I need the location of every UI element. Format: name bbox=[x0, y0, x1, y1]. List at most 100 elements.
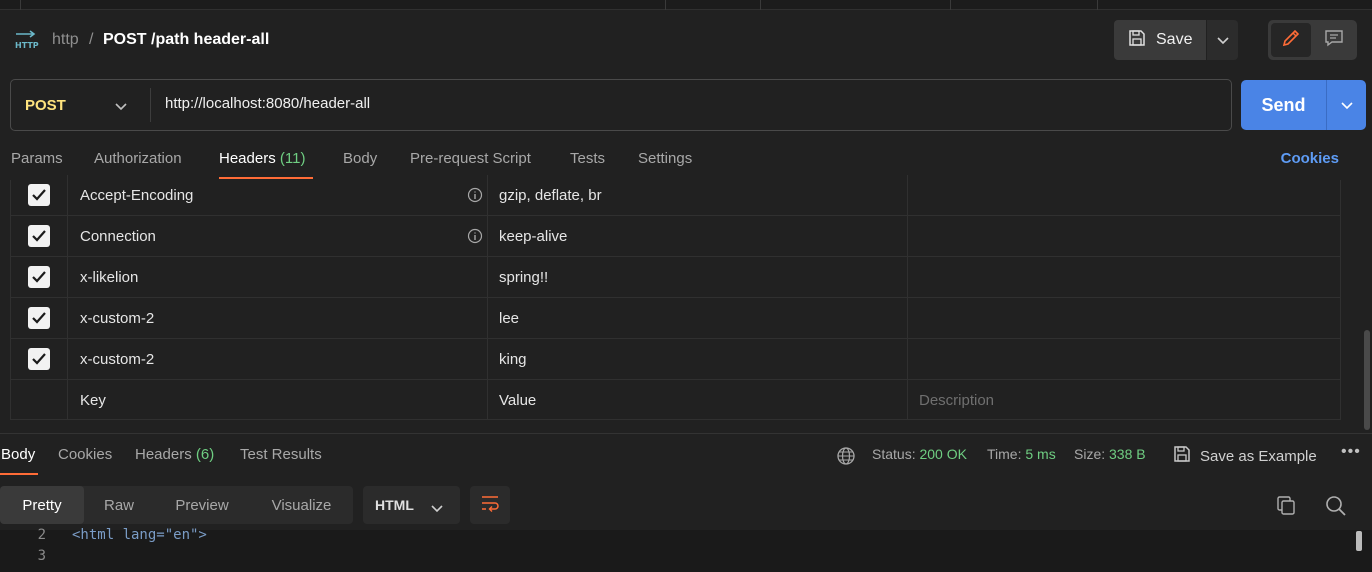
time-readout[interactable]: Time: 5 ms bbox=[987, 446, 1056, 462]
save-options-button[interactable] bbox=[1207, 20, 1238, 60]
header-description[interactable] bbox=[908, 257, 1340, 297]
tab-headers[interactable]: Headers (11) bbox=[219, 150, 305, 167]
header-key[interactable]: Connection bbox=[68, 216, 488, 256]
wrap-lines-button[interactable] bbox=[470, 486, 510, 524]
save-button[interactable]: Save bbox=[1114, 20, 1206, 60]
tab-body[interactable]: Body bbox=[343, 150, 377, 167]
globe-icon[interactable] bbox=[836, 446, 856, 466]
http-icon: HTTP bbox=[14, 29, 40, 51]
response-format-group: Pretty Raw Preview Visualize bbox=[0, 486, 353, 524]
comments-button[interactable] bbox=[1314, 23, 1354, 57]
tab-test-results[interactable]: Test Results bbox=[240, 446, 322, 463]
response-tabs: Body Cookies Headers (6) Test Results bbox=[0, 446, 1372, 476]
table-row-new: Key Value Description bbox=[11, 380, 1340, 421]
info-icon[interactable] bbox=[467, 228, 483, 244]
row-checkbox-cell bbox=[11, 216, 68, 256]
size-label: Size: bbox=[1074, 446, 1106, 462]
save-as-example-button[interactable]: Save as Example bbox=[1173, 445, 1317, 467]
chevron-down-icon bbox=[431, 500, 443, 516]
row-checkbox[interactable] bbox=[28, 184, 50, 206]
size-value: 338 B bbox=[1109, 446, 1146, 462]
row-checkbox[interactable] bbox=[28, 266, 50, 288]
status-value: 200 OK bbox=[919, 446, 967, 462]
edit-mode-button[interactable] bbox=[1271, 23, 1311, 57]
tab-response-headers[interactable]: Headers (6) bbox=[135, 446, 214, 463]
tab-separator bbox=[665, 0, 666, 10]
search-icon[interactable] bbox=[1324, 494, 1348, 518]
header-value[interactable]: keep-alive bbox=[488, 216, 908, 256]
scrollbar[interactable] bbox=[1364, 330, 1370, 430]
pencil-icon bbox=[1281, 28, 1301, 52]
request-name[interactable]: POST /path header-all bbox=[103, 31, 269, 49]
tab-response-headers-label: Headers bbox=[135, 446, 192, 463]
format-visualize[interactable]: Visualize bbox=[250, 486, 353, 524]
tab-response-body[interactable]: Body bbox=[1, 446, 35, 463]
tab-headers-count: (11) bbox=[279, 150, 306, 167]
header-key[interactable]: x-custom-2 bbox=[68, 298, 488, 338]
send-label: Send bbox=[1261, 94, 1306, 115]
save-as-example-label: Save as Example bbox=[1200, 447, 1317, 465]
header-key[interactable]: x-custom-2 bbox=[68, 339, 488, 379]
status-readout[interactable]: Status: 200 OK bbox=[872, 446, 967, 462]
header-key[interactable]: Accept-Encoding bbox=[68, 175, 488, 215]
request-header: HTTP http / POST /path header-all Save bbox=[0, 20, 1372, 60]
header-description[interactable] bbox=[908, 339, 1340, 379]
send-options-button[interactable] bbox=[1327, 80, 1366, 130]
tab-pre-request-script[interactable]: Pre-request Script bbox=[410, 150, 531, 167]
tab-headers-label: Headers bbox=[219, 150, 276, 167]
tab-separator bbox=[1097, 0, 1098, 10]
size-readout[interactable]: Size: 338 B bbox=[1074, 446, 1146, 462]
format-preview[interactable]: Preview bbox=[154, 486, 250, 524]
chevron-down-icon bbox=[115, 98, 127, 115]
checkmark-icon bbox=[32, 312, 46, 324]
pane-divider[interactable] bbox=[0, 433, 1372, 434]
header-value[interactable]: gzip, deflate, br bbox=[488, 175, 908, 215]
active-tab-indicator bbox=[0, 473, 38, 475]
format-raw[interactable]: Raw bbox=[84, 486, 154, 524]
wrap-lines-icon bbox=[480, 494, 500, 516]
header-value[interactable]: spring!! bbox=[488, 257, 908, 297]
tab-tests[interactable]: Tests bbox=[570, 150, 605, 167]
header-description[interactable] bbox=[908, 175, 1340, 215]
tab-params[interactable]: Params bbox=[11, 150, 63, 167]
info-icon[interactable] bbox=[467, 187, 483, 203]
header-description[interactable] bbox=[908, 216, 1340, 256]
copy-icon[interactable] bbox=[1274, 494, 1298, 518]
url-bar: POST http://localhost:8080/header-all bbox=[10, 79, 1232, 131]
table-row: Connection keep-alive bbox=[11, 216, 1340, 257]
breadcrumb-protocol[interactable]: http bbox=[52, 31, 79, 49]
row-checkbox[interactable] bbox=[28, 348, 50, 370]
header-description[interactable] bbox=[908, 298, 1340, 338]
response-code-editor[interactable]: 2 <html lang="en"> 3 bbox=[0, 527, 1372, 572]
new-description-input[interactable]: Description bbox=[908, 380, 1340, 420]
header-value[interactable]: lee bbox=[488, 298, 908, 338]
method-select[interactable]: POST bbox=[11, 80, 150, 130]
header-key[interactable]: x-likelion bbox=[68, 257, 488, 297]
status-label: Status: bbox=[872, 446, 916, 462]
row-checkbox-cell bbox=[11, 298, 68, 338]
header-key-text: Connection bbox=[80, 227, 156, 245]
tab-authorization[interactable]: Authorization bbox=[94, 150, 182, 167]
header-value[interactable]: king bbox=[488, 339, 908, 379]
checkmark-icon bbox=[32, 271, 46, 283]
row-checkbox[interactable] bbox=[28, 307, 50, 329]
new-value-input[interactable]: Value bbox=[488, 380, 908, 420]
table-row: Accept-Encoding gzip, deflate, br bbox=[11, 175, 1340, 216]
tab-response-cookies[interactable]: Cookies bbox=[58, 446, 112, 463]
more-options-button[interactable]: ••• bbox=[1341, 443, 1361, 461]
scrollbar[interactable] bbox=[1356, 531, 1362, 551]
url-input[interactable]: http://localhost:8080/header-all bbox=[165, 95, 370, 112]
code-line: <html lang="en"> bbox=[72, 527, 207, 543]
format-pretty[interactable]: Pretty bbox=[0, 486, 84, 524]
tab-settings[interactable]: Settings bbox=[638, 150, 692, 167]
table-row: x-custom-2 king bbox=[11, 339, 1340, 380]
chevron-down-icon bbox=[1216, 32, 1229, 49]
row-checkbox[interactable] bbox=[28, 225, 50, 247]
cookies-link[interactable]: Cookies bbox=[1281, 150, 1339, 167]
send-button[interactable]: Send bbox=[1241, 80, 1366, 130]
comment-icon bbox=[1324, 28, 1344, 52]
checkmark-icon bbox=[32, 353, 46, 365]
checkmark-icon bbox=[32, 230, 46, 242]
new-key-input[interactable]: Key bbox=[68, 380, 488, 420]
language-select[interactable]: HTML bbox=[363, 486, 460, 524]
